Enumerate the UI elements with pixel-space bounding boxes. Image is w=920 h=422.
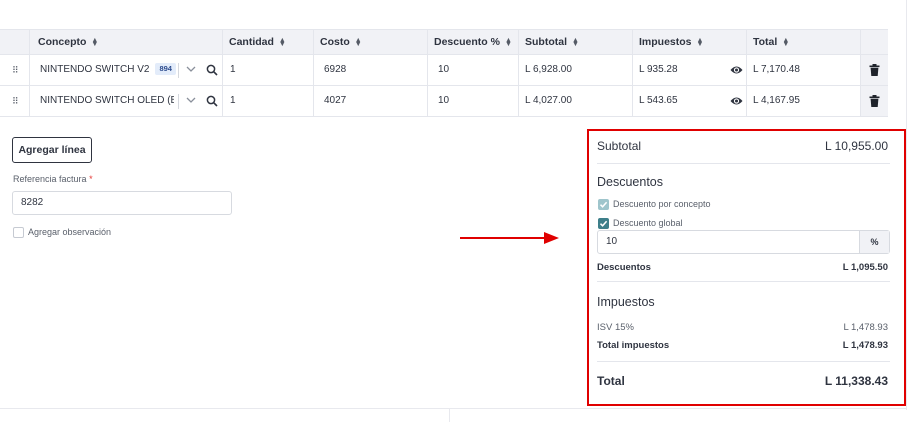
sort-icon: ▲ ▼ [572, 37, 579, 49]
isv-label: ISV 15% [597, 322, 634, 333]
required-marker: * [89, 174, 93, 184]
divider [597, 281, 890, 282]
subtotal-label: Subtotal [597, 139, 642, 153]
header-costo[interactable]: Costo ▲ ▼ [320, 30, 362, 54]
concepto-cell[interactable]: NINTENDO SWITCH OLED (BLAN [40, 86, 174, 116]
impuestos-cell: L 935.28 [639, 64, 678, 75]
observation-label[interactable]: Agregar observación [28, 227, 111, 238]
discount-by-concept-label: Descuento por concepto [613, 199, 711, 209]
check-icon [599, 220, 608, 227]
isv-value: L 1,478.93 [843, 322, 888, 333]
costo-cell[interactable]: 6928 [324, 55, 424, 85]
cantidad-cell[interactable]: 1 [230, 55, 310, 85]
table-row: ⠿ NINTENDO SWITCH OLED (BLAN 1 4027 10 L… [0, 86, 888, 117]
check-icon [599, 201, 608, 208]
drag-handle-icon[interactable]: ⠿ [12, 65, 20, 75]
grand-total-label: Total [597, 374, 625, 388]
divider [178, 63, 179, 78]
chevron-down-icon[interactable] [186, 86, 196, 116]
delete-cell [861, 55, 888, 85]
descuento-cell[interactable]: 10 [438, 86, 516, 116]
subtotal-cell: L 4,027.00 [525, 95, 572, 106]
concepto-cell[interactable]: NINTENDO SWITCH V2 894 [40, 55, 178, 85]
totals-summary-panel: Subtotal L 10,955.00 Descuentos Descuent… [587, 129, 906, 406]
header-descuento[interactable]: Descuento % ▲ ▼ [434, 30, 512, 54]
discount-global-checkbox[interactable] [598, 218, 609, 229]
header-cantidad[interactable]: Cantidad ▲ ▼ [229, 30, 286, 54]
discounts-title: Descuentos [597, 175, 664, 189]
table-header: Concepto ▲ ▼ Cantidad ▲ ▼ Costo ▲ ▼ Descuento … [0, 29, 888, 55]
total-taxes-value: L 1,478.93 [842, 340, 888, 351]
sort-icon: ▲ ▼ [504, 37, 512, 49]
trash-icon[interactable] [869, 95, 880, 107]
total-cell: L 7,170.48 [753, 64, 800, 75]
discount-by-concept-checkbox[interactable] [598, 199, 609, 210]
taxes-title: Impuestos [597, 295, 655, 309]
search-icon[interactable] [206, 64, 218, 76]
discount-global-input[interactable]: 10 % [597, 230, 890, 254]
eye-icon[interactable] [730, 95, 743, 107]
total-taxes-label: Total impuestos [597, 340, 670, 351]
discount-global-label: Descuento global [613, 218, 683, 228]
divider [178, 94, 179, 109]
grand-total-value: L 11,338.43 [824, 374, 888, 388]
panel-border [906, 0, 907, 410]
trash-icon[interactable] [869, 64, 880, 76]
discount-global-value: 10 [606, 236, 618, 247]
add-line-button[interactable]: Agregar línea [12, 137, 92, 163]
sort-icon: ▲ ▼ [782, 37, 790, 49]
drag-handle-icon[interactable]: ⠿ [12, 96, 20, 106]
observation-checkbox[interactable] [13, 227, 24, 238]
panel-border [0, 408, 906, 409]
total-cell: L 4,167.95 [753, 95, 800, 106]
discounts-total-value: L 1,095.50 [842, 262, 888, 273]
sort-icon: ▲ ▼ [91, 37, 99, 49]
discounts-total-label: Descuentos [597, 262, 651, 273]
header-impuestos[interactable]: Impuestos ▲ ▼ [639, 30, 703, 54]
impuestos-cell: L 543.65 [639, 95, 678, 106]
stock-badge: 894 [155, 63, 176, 76]
arrow-annotation [460, 232, 559, 244]
percent-icon[interactable]: % [859, 231, 889, 253]
table-row: ⠿ NINTENDO SWITCH V2 894 1 6928 10 L 6,92… [0, 55, 888, 86]
reference-input[interactable]: 8282 [12, 191, 232, 215]
delete-cell [861, 86, 888, 116]
sort-icon: ▲ ▼ [278, 37, 286, 49]
divider [597, 361, 890, 362]
search-icon[interactable] [206, 95, 218, 107]
divider [597, 163, 890, 164]
chevron-down-icon[interactable] [186, 55, 196, 85]
cantidad-cell[interactable]: 1 [230, 86, 310, 116]
eye-icon[interactable] [730, 64, 743, 76]
header-subtotal[interactable]: Subtotal ▲ ▼ [525, 30, 579, 54]
subtotal-cell: L 6,928.00 [525, 64, 572, 75]
header-concepto[interactable]: Concepto ▲ ▼ [38, 30, 98, 54]
sort-icon: ▲ ▼ [696, 37, 704, 49]
subtotal-value: L 10,955.00 [825, 139, 888, 153]
sort-icon: ▲ ▼ [354, 37, 362, 49]
header-total[interactable]: Total ▲ ▼ [753, 30, 789, 54]
reference-label: Referencia factura * [13, 174, 93, 184]
descuento-cell[interactable]: 10 [438, 55, 516, 85]
divider [449, 409, 450, 422]
costo-cell[interactable]: 4027 [324, 86, 424, 116]
